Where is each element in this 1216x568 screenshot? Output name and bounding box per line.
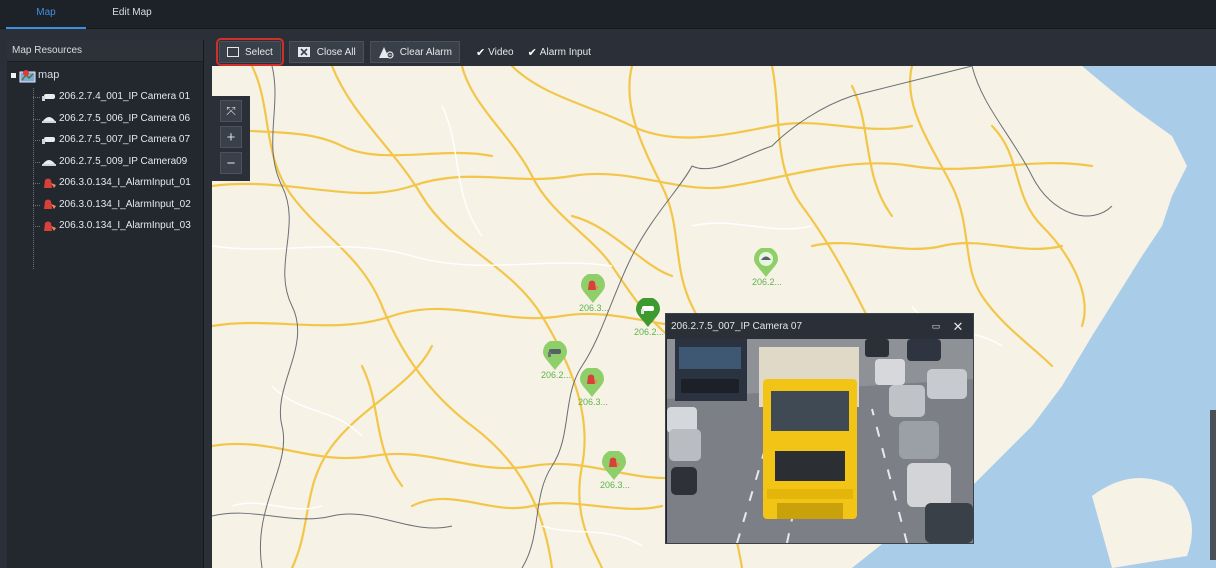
tree-item-camera-07[interactable]: 206.2.7.5_007_IP Camera 07 [7, 129, 203, 151]
tree-item-label: 206.2.7.5_007_IP Camera 07 [59, 134, 191, 145]
tree-item-label: 206.3.0.134_I_AlarmInput_03 [59, 220, 191, 231]
map-marker-bullet-camera-active[interactable]: 206.2... [634, 297, 664, 340]
alarm-marker-icon [580, 367, 604, 397]
alarm-marker-icon [581, 273, 605, 303]
tree-item-label: 206.2.7.5_009_IP Camera09 [59, 155, 188, 167]
resource-tree: map 206.2.7.4_001_IP Camera 01 206.2.7.5… [7, 62, 203, 269]
video-frame-image [667, 339, 973, 543]
maximize-icon[interactable]: ▭ [929, 314, 943, 339]
map-marker-dome-camera[interactable]: 206.2... [752, 247, 782, 290]
zoom-out-button[interactable]: − [220, 152, 242, 174]
alarm-marker-icon [602, 450, 626, 480]
tree-item-alarm-input-02[interactable]: 206.3.0.134_I_AlarmInput_02 [7, 194, 203, 216]
tree-item-label: 206.3.0.134_I_AlarmInput_02 [59, 198, 191, 210]
alarm-input-icon [44, 221, 56, 231]
map-resources-panel: Map Resources map 206.2.7.4_001_IP Camer… [7, 40, 204, 568]
tree-item-camera-01[interactable]: 206.2.7.4_001_IP Camera 01 [7, 86, 203, 108]
close-all-label: Close All [316, 46, 356, 58]
tree-root-map[interactable]: map [7, 65, 203, 86]
map-marker-alarm-input[interactable]: 206.3... [579, 273, 609, 316]
alarm-input-icon [44, 199, 56, 210]
zoom-in-button[interactable]: + [220, 126, 242, 148]
close-icon[interactable]: ✕ [951, 314, 965, 339]
tree-item-label: 206.3.0.134_I_AlarmInput_01 [59, 177, 191, 188]
select-label: Select [245, 46, 273, 58]
top-tab-bar: Map Edit Map [0, 0, 1216, 29]
tree-item-alarm-input-03[interactable]: 206.3.0.134_I_AlarmInput_03 [7, 215, 203, 237]
tree-item-camera-06[interactable]: 206.2.7.5_006_IP Camera 06 [7, 108, 203, 130]
fit-icon[interactable]: ⤧ [220, 100, 242, 122]
alarm-input-checkbox[interactable]: ✔ Alarm Input [528, 46, 591, 59]
tab-map[interactable]: Map [6, 0, 86, 29]
map-marker-alarm-input[interactable]: 206.3... [600, 450, 630, 493]
tree-item-label: 206.2.7.4_001_IP Camera 01 [59, 91, 191, 102]
checkmark-icon: ✔ [475, 46, 486, 59]
zoom-controls: ⤧ + − [212, 96, 250, 181]
clear-alarm-label: Clear Alarm [399, 46, 452, 58]
bullet-camera-icon [42, 136, 55, 144]
video-popup-titlebar: 206.2.7.5_007_IP Camera 07 ▭ ✕ [666, 314, 973, 339]
video-label: Video [488, 46, 514, 58]
dome-camera-marker-icon [754, 247, 778, 277]
map-marker-bullet-camera[interactable]: 206.2... [541, 340, 571, 383]
bullet-camera-marker-icon [543, 340, 567, 370]
tab-edit-map[interactable]: Edit Map [92, 0, 172, 29]
alarm-input-label: Alarm Input [539, 46, 591, 58]
marker-label: 206.2... [751, 277, 783, 287]
video-popup-title: 206.2.7.5_007_IP Camera 07 [671, 321, 803, 332]
tree-root-label: map [38, 69, 60, 81]
video-checkbox[interactable]: ✔ Video [476, 46, 514, 59]
map-marker-alarm-input[interactable]: 206.3... [578, 367, 608, 410]
scrollbar[interactable] [1210, 410, 1216, 560]
video-popup: 206.2.7.5_007_IP Camera 07 ▭ ✕ [665, 313, 974, 544]
checkmark-icon: ✔ [527, 46, 537, 59]
live-video-feed[interactable] [667, 339, 973, 543]
marker-label: 206.3... [599, 480, 631, 490]
dome-camera-icon [42, 117, 56, 124]
collapse-icon[interactable] [11, 73, 16, 78]
marker-label: 206.3... [578, 303, 610, 313]
clear-alarm-icon [378, 46, 394, 59]
map-toolbar: Select Close All Clear Alarm ✔ Video ✔ A… [212, 38, 1216, 66]
panel-title: Map Resources [7, 40, 203, 62]
map-icon [19, 69, 36, 82]
dome-camera-icon [42, 160, 56, 167]
bullet-camera-icon [42, 93, 55, 101]
marker-label: 206.2... [540, 370, 572, 380]
marker-label: 206.3... [577, 397, 609, 407]
bullet-camera-marker-icon [636, 297, 660, 327]
alarm-input-icon [44, 178, 56, 188]
clear-alarm-button[interactable]: Clear Alarm [369, 41, 460, 63]
close-all-icon [297, 47, 310, 57]
tree-item-alarm-input-01[interactable]: 206.3.0.134_I_AlarmInput_01 [7, 172, 203, 194]
close-all-button[interactable]: Close All [288, 41, 364, 63]
tree-item-label: 206.2.7.5_006_IP Camera 06 [59, 112, 191, 124]
tree-item-camera-09[interactable]: 206.2.7.5_009_IP Camera09 [7, 151, 203, 173]
select-icon [227, 47, 239, 57]
select-button[interactable]: Select [216, 38, 284, 66]
